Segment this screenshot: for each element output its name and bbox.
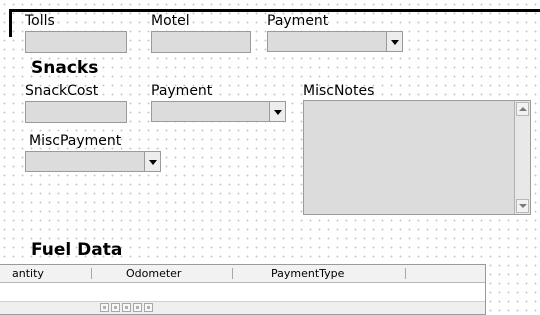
column-header-quantity[interactable]: antity	[12, 265, 44, 282]
grid-navigation-bar	[0, 301, 485, 314]
column-separator	[405, 268, 406, 279]
snacks-payment-dropdown[interactable]	[151, 101, 286, 122]
miscnotes-scrollbar[interactable]	[514, 101, 530, 214]
fuel-data-grid[interactable]: antity Odometer PaymentType	[0, 264, 486, 315]
snackcost-label: SnackCost	[25, 83, 99, 99]
nav-new-icon[interactable]	[144, 303, 153, 312]
grid-header: antity Odometer PaymentType	[0, 265, 485, 283]
payment-dropdown[interactable]	[267, 31, 403, 52]
snacks-payment-dropdown-button[interactable]	[269, 102, 285, 121]
column-separator	[91, 268, 92, 279]
form-frame-left	[9, 9, 12, 37]
snacks-payment-label: Payment	[151, 83, 213, 99]
form-frame-top	[9, 9, 540, 12]
miscnotes-textarea[interactable]	[303, 100, 531, 215]
scroll-up-icon[interactable]	[516, 102, 529, 116]
column-header-odometer[interactable]: Odometer	[126, 265, 181, 282]
chevron-down-icon	[148, 160, 157, 165]
tolls-field[interactable]	[25, 31, 127, 53]
tolls-label: Tolls	[25, 13, 55, 29]
miscpayment-dropdown[interactable]	[25, 151, 161, 172]
chevron-down-icon	[273, 110, 282, 115]
motel-label: Motel	[151, 13, 190, 29]
motel-field[interactable]	[151, 31, 251, 53]
payment-label: Payment	[267, 13, 329, 29]
nav-next-icon[interactable]	[122, 303, 131, 312]
column-separator	[232, 268, 233, 279]
nav-last-icon[interactable]	[133, 303, 142, 312]
snackcost-field[interactable]	[25, 101, 127, 123]
fuel-data-heading: Fuel Data	[31, 240, 123, 260]
nav-first-icon[interactable]	[100, 303, 109, 312]
snacks-heading: Snacks	[31, 58, 99, 78]
miscpayment-label: MiscPayment	[29, 133, 122, 149]
miscpayment-dropdown-button[interactable]	[144, 152, 160, 171]
column-header-paymenttype[interactable]: PaymentType	[271, 265, 344, 282]
miscnotes-label: MiscNotes	[303, 83, 375, 99]
scroll-down-icon[interactable]	[516, 199, 529, 213]
payment-dropdown-button[interactable]	[386, 32, 402, 51]
chevron-down-icon	[390, 40, 399, 45]
nav-prev-icon[interactable]	[111, 303, 120, 312]
